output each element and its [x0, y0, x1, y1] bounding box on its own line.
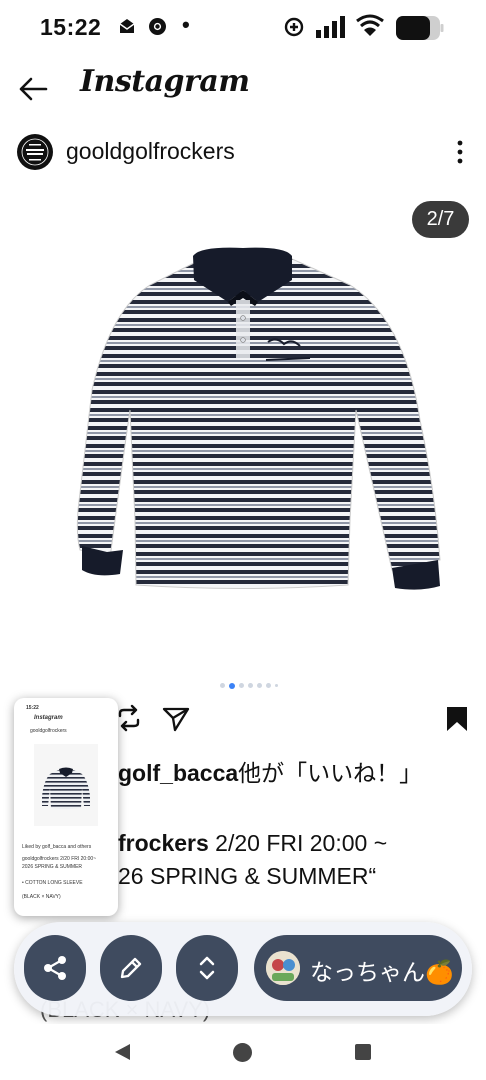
status-time: 15:22	[40, 14, 102, 40]
thumb-line: (BLACK × NAVY)	[22, 894, 61, 900]
post-username[interactable]: gooldgolfrockers	[66, 138, 235, 165]
system-nav-bar	[0, 1024, 486, 1080]
back-arrow-icon[interactable]	[16, 72, 50, 106]
share-icon	[44, 956, 66, 980]
caption-line-2: 26 SPRING & SUMMER“	[118, 863, 377, 889]
thumb-title: Instagram	[34, 715, 63, 721]
nav-recents-icon[interactable]	[354, 1043, 372, 1061]
likes-text[interactable]: golf_bacca他が「いいね！」	[118, 754, 422, 788]
expand-icon	[199, 956, 215, 980]
wifi-icon	[356, 14, 384, 36]
edit-button[interactable]	[100, 935, 162, 1001]
nav-home-icon[interactable]	[232, 1042, 253, 1063]
caption-line-1: frockers 2/20 FRI 20:00 ~	[118, 830, 387, 857]
carousel-dot	[239, 683, 244, 688]
carousel-counter: 2/7	[412, 201, 469, 238]
thumb-line: 2026 SPRING & SUMMER	[22, 864, 83, 870]
battery-icon	[396, 16, 444, 40]
likes-username[interactable]: golf_bacca	[118, 760, 238, 786]
thumb-line: • COTTON LONG SLEEVE	[22, 880, 83, 886]
share-button[interactable]	[24, 935, 86, 1001]
carousel-dot	[275, 684, 278, 687]
chrome-icon	[149, 18, 166, 35]
notification-dot: •	[182, 12, 190, 37]
thumb-username: gooldgolfrockers	[30, 728, 67, 734]
carousel-dot	[248, 683, 253, 688]
app-title: Instagram	[80, 64, 250, 99]
brand-logo-icon	[18, 135, 52, 169]
floating-action-bar: なっちゃん🍊	[14, 922, 472, 1016]
pencil-icon	[120, 957, 142, 979]
expand-button[interactable]	[176, 935, 238, 1001]
more-options-icon[interactable]	[452, 138, 468, 166]
thumb-image	[34, 744, 98, 826]
repost-icon[interactable]	[116, 704, 142, 732]
carousel-dot	[266, 683, 271, 688]
contact-avatar	[266, 951, 300, 985]
data-saver-icon	[284, 17, 304, 37]
mail-icon	[119, 19, 135, 33]
post-image[interactable]	[0, 190, 486, 678]
carousel-dot	[257, 683, 262, 688]
app-header: Instagram	[0, 56, 486, 122]
screenshot-thumbnail[interactable]: 15:22 Instagram gooldgolfrockers Liked b…	[14, 698, 118, 916]
post-header: gooldgolfrockers	[0, 124, 486, 180]
caption-username[interactable]: frockers	[118, 830, 209, 856]
contact-name: なっちゃん🍊	[310, 959, 454, 985]
striped-polo-shirt-image	[76, 247, 441, 590]
carousel-dot-active	[229, 682, 235, 689]
nav-back-icon[interactable]	[112, 1042, 132, 1062]
caption-text: 2/20 FRI 20:00 ~	[208, 830, 388, 856]
status-bar: 15:22 •	[0, 0, 486, 56]
avatar[interactable]	[17, 134, 53, 170]
carousel-dot	[220, 683, 225, 688]
share-target-contact[interactable]: なっちゃん🍊	[254, 935, 462, 1001]
thumb-time: 15:22	[26, 705, 39, 711]
bookmark-icon[interactable]	[446, 706, 468, 732]
thumb-line: Liked by golf_bacca and others	[22, 844, 92, 850]
likes-suffix: 他が「いいね！」	[238, 760, 423, 786]
thumb-line: gooldgolfrockers 2/20 FRI 20:00~	[22, 856, 97, 862]
send-icon[interactable]	[162, 706, 190, 732]
signal-icon	[316, 16, 345, 38]
